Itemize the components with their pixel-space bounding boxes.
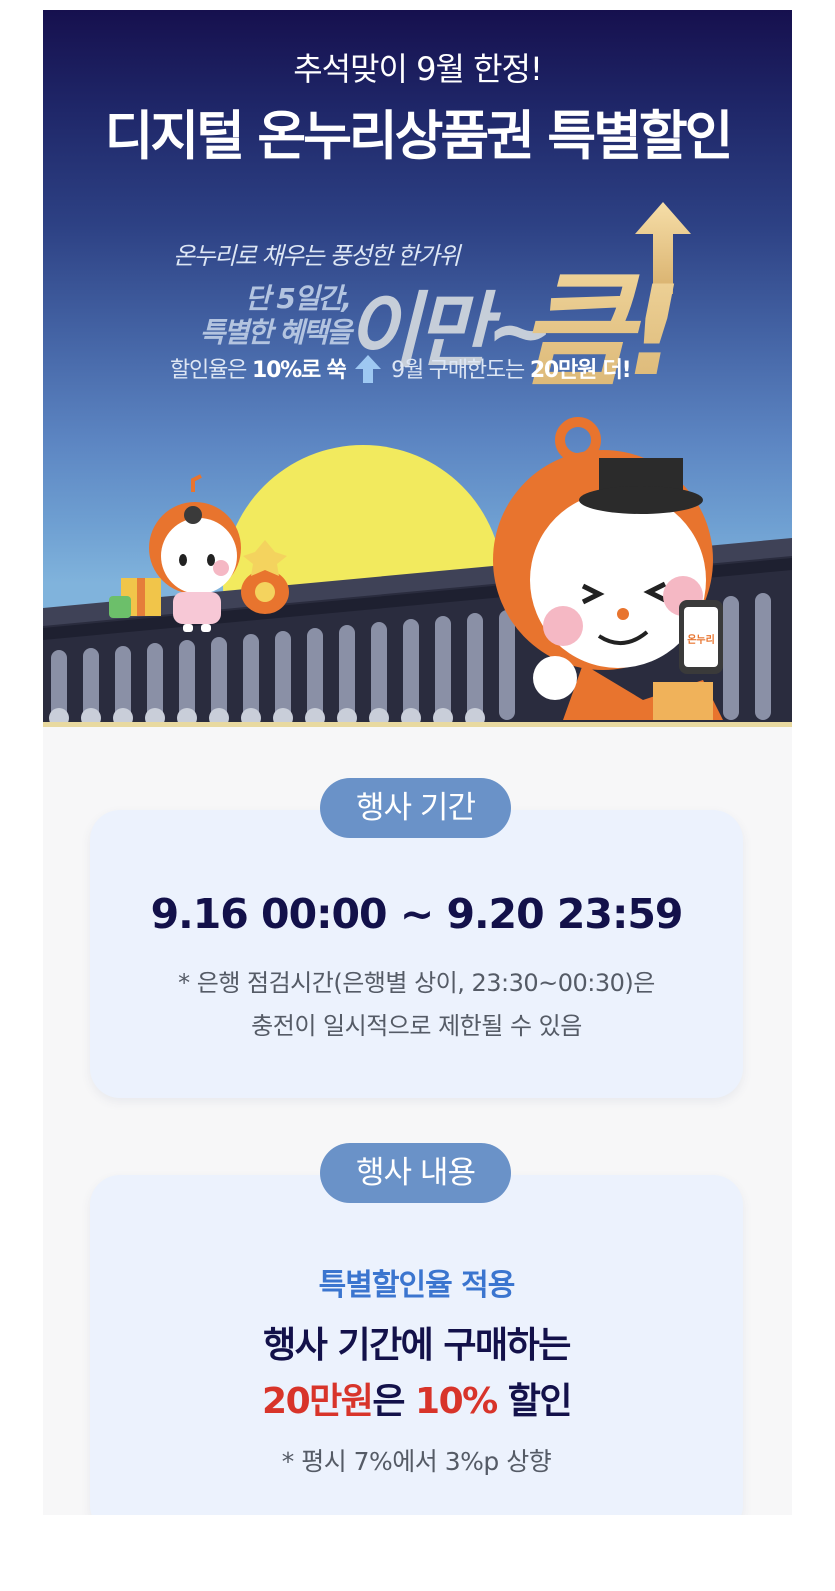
phone-logo: 온누리 — [687, 633, 715, 646]
content-amount: 20만원 — [262, 1381, 374, 1422]
hero-only-line2: 특별한 혜택을 — [199, 316, 352, 349]
content-line2: 20만원은 10% 할인 — [90, 1374, 743, 1430]
content-line1: 행사 기간에 구매하는 — [263, 1325, 571, 1366]
content-heading: 특별할인율 적용 — [318, 1268, 516, 1303]
content-badge: 행사 내용 — [320, 1143, 511, 1203]
limit-prefix: 9월 구매한도는 — [391, 358, 525, 383]
gift-boxes — [109, 578, 161, 618]
content-note: * 평시 7%에서 3%p 상향 — [281, 1447, 552, 1476]
rate-value: 10%로 쑥 — [251, 358, 347, 383]
content-card: 특별할인율 적용 행사 기간에 구매하는 20만원은 10% 할인 * 평시 7… — [90, 1175, 743, 1515]
period-badge: 행사 기간 — [320, 778, 511, 838]
period-note: * 은행 점검시간(은행별 상이, 23:30~00:30)은 충전이 일시적으… — [90, 962, 743, 1048]
hero-benefit-line: 할인율은 10%로 쑥 9월 구매한도는 20만원 더! — [170, 352, 632, 384]
content-main-text: 행사 기간에 구매하는 20만원은 10% 할인 — [90, 1318, 743, 1430]
hero-only-text: 단 5일간, 특별한 혜택을 — [145, 282, 352, 350]
event-period-time: 9.16 00:00 ~ 9.20 23:59 — [150, 890, 684, 938]
arrow-up-icon — [355, 355, 382, 383]
hero-only-line1: 단 5일간, — [244, 282, 352, 315]
hero-subtitle: 추석맞이 9월 한정! — [293, 50, 543, 88]
hero-title: 디지털 온누리상품권 특별할인 — [104, 106, 734, 167]
chuseok-illustration: 온누리 — [43, 417, 792, 727]
hero-banner: 추석맞이 9월 한정! 디지털 온누리상품권 특별할인 온누리로 채우는 풍성한… — [43, 10, 792, 727]
period-note-line2: 충전이 일시적으로 제한될 수 있음 — [251, 1012, 582, 1040]
content-percent: 10% — [415, 1381, 498, 1422]
period-card: 9.16 00:00 ~ 9.20 23:59 * 은행 점검시간(은행별 상이… — [90, 810, 743, 1098]
content-line2-mid: 은 — [372, 1381, 416, 1422]
limit-value: 20만원 더! — [529, 358, 632, 383]
event-page: 추석맞이 9월 한정! 디지털 온누리상품권 특별할인 온누리로 채우는 풍성한… — [43, 10, 792, 1515]
period-note-line1: * 은행 점검시간(은행별 상이, 23:30~00:30)은 — [178, 969, 655, 997]
rate-prefix: 할인율은 — [170, 358, 247, 383]
content-line2-end: 할인 — [496, 1381, 573, 1422]
